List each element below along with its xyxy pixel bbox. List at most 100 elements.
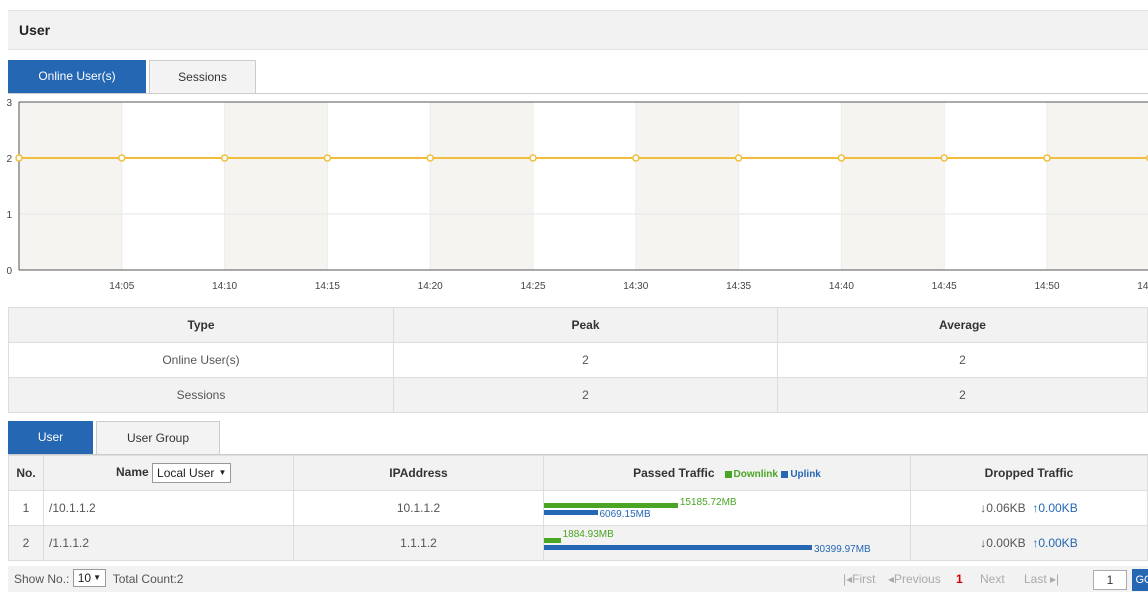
table-row: 2 /1.1.1.2 1.1.1.2 1884.93MB 30399.97MB … <box>8 525 1148 561</box>
y-axis-ticks: 0 1 2 3 <box>6 98 12 277</box>
last-icon: ▸| <box>1050 572 1060 586</box>
dropped-traffic: ↓0.06KB ↑0.00KB <box>910 490 1148 526</box>
square-icon <box>724 470 732 478</box>
tab-online-users[interactable]: Online User(s) <box>8 60 146 93</box>
data-point <box>1043 154 1051 162</box>
dropped-up: ↑0.00KB <box>1032 536 1078 550</box>
tab-user[interactable]: User <box>8 421 93 454</box>
name-filter-value: Local User <box>157 466 215 480</box>
uplink-bar <box>544 545 812 550</box>
legend-downlink: Downlink <box>724 469 778 480</box>
tab-user-group[interactable]: User Group <box>96 421 220 454</box>
first-label: First <box>852 572 876 586</box>
data-point <box>529 154 537 162</box>
last-page-link[interactable]: Last ▸| <box>1024 572 1059 586</box>
first-page-link[interactable]: |◂First <box>843 572 875 586</box>
first-icon: |◂ <box>843 572 853 586</box>
col-name: Name <box>116 465 149 480</box>
passed-traffic-label: Passed Traffic <box>633 466 715 480</box>
tab-sessions[interactable]: Sessions <box>149 60 256 93</box>
chart-band <box>121 102 225 270</box>
pagination-bar: Show No.: 10 ▼ Total Count:2 |◂First ◂Pre… <box>8 566 1148 592</box>
page-size-select[interactable]: 10 ▼ <box>72 569 107 588</box>
chart-band <box>944 102 1047 270</box>
legend-uplink: Uplink <box>781 469 821 480</box>
uplink-bar <box>544 510 598 515</box>
user-monitor-page: User Online User(s) Sessions 0123 14:05 1… <box>0 0 1148 592</box>
user-tabs: User User Group <box>8 421 1148 455</box>
chart-band <box>430 102 533 270</box>
x-tick-label: 14:55 <box>1137 281 1148 292</box>
col-dropped-traffic: Dropped Traffic <box>910 455 1148 491</box>
show-no-label: Show No.: <box>14 572 70 586</box>
data-point <box>220 154 229 162</box>
stat-average: 2 <box>777 342 1148 378</box>
data-point <box>632 154 640 162</box>
name-filter-select[interactable]: Local User ▼ <box>152 463 232 483</box>
table-row: Sessions 2 2 <box>8 377 1148 413</box>
dropped-up: ↑0.00KB <box>1032 501 1078 515</box>
chart-band <box>635 102 739 270</box>
x-tick-label: 14:50 <box>1034 281 1059 292</box>
data-point <box>426 154 434 162</box>
row-name: /10.1.1.2 <box>43 490 294 526</box>
data-point <box>940 154 948 162</box>
downlink-value: 1884.93MB <box>562 529 614 540</box>
col-passed-traffic: Passed Traffic Downlink Uplink <box>543 455 911 491</box>
current-page[interactable]: 1 <box>956 572 963 586</box>
stat-type: Sessions <box>8 377 394 413</box>
table-row: 1 /10.1.1.2 10.1.1.2 15185.72MB 6069.15M… <box>8 490 1148 526</box>
page-number-input[interactable]: 1 <box>1093 570 1127 590</box>
row-no: 2 <box>8 525 44 561</box>
data-point <box>15 154 23 162</box>
stats-table: Type Peak Average Online User(s) 2 2 Ses… <box>8 307 1148 413</box>
x-tick-label: 14:25 <box>520 281 545 292</box>
legend-downlink-label: Downlink <box>733 469 778 480</box>
row-ip: 10.1.1.2 <box>293 490 544 526</box>
table-row: Online User(s) 2 2 <box>8 342 1148 378</box>
dropped-down: ↓0.06KB <box>980 501 1026 515</box>
dropped-traffic: ↓0.00KB ↑0.00KB <box>910 525 1148 561</box>
total-count: Total Count:2 <box>112 572 184 586</box>
traffic-cell: 1884.93MB 30399.97MB <box>543 525 911 561</box>
y-tick-label: 2 <box>6 154 12 165</box>
online-users-chart: 0 1 2 3 14:05 14:10 14:15 14:20 14:25 14:30 14:35… <box>6 98 1148 292</box>
uplink-value: 30399.97MB <box>814 544 871 555</box>
page-size-value: 10 <box>77 571 92 586</box>
x-tick-label: 14:40 <box>829 281 854 292</box>
row-no: 1 <box>8 490 44 526</box>
page-title: User <box>19 22 51 38</box>
chart-background-bands <box>19 102 1148 270</box>
row-name: /1.1.1.2 <box>43 525 294 561</box>
stat-average: 2 <box>777 377 1148 413</box>
x-axis-ticks: 14:05 14:10 14:15 14:20 14:25 14:30 14:35 14:40… <box>109 281 1148 292</box>
previous-label: Previous <box>894 572 941 586</box>
chart-band <box>224 102 328 270</box>
chart-band <box>738 102 842 270</box>
x-tick-label: 14:35 <box>726 281 751 292</box>
legend-uplink-label: Uplink <box>790 469 821 480</box>
col-no: No. <box>8 455 44 491</box>
previous-page-link[interactable]: ◂Previous <box>888 572 941 586</box>
user-traffic-table: No. Name Local User ▼ IPAddress Passed Tr… <box>8 455 1148 561</box>
x-tick-label: 14:10 <box>212 281 237 292</box>
x-tick-label: 14:05 <box>109 281 134 292</box>
last-label: Last <box>1024 572 1047 586</box>
y-tick-label: 0 <box>6 266 12 277</box>
x-tick-label: 14:45 <box>932 281 957 292</box>
uplink-value: 6069.15MB <box>599 509 651 520</box>
dropdown-arrow-icon: ▼ <box>218 468 227 477</box>
x-tick-label: 14:30 <box>623 281 648 292</box>
downlink-bar <box>544 503 678 508</box>
next-page-link[interactable]: Next <box>980 572 1005 586</box>
data-point <box>118 154 126 162</box>
page-size-control: Show No.: 10 ▼ Total Count:2 <box>14 569 184 588</box>
dropdown-arrow-icon: ▼ <box>93 573 102 583</box>
stat-peak: 2 <box>393 377 778 413</box>
stat-peak: 2 <box>393 342 778 378</box>
y-tick-label: 1 <box>6 210 12 221</box>
col-average: Average <box>777 307 1148 343</box>
chart-band <box>1047 102 1148 270</box>
downlink-value: 15185.72MB <box>679 497 737 508</box>
go-button[interactable]: GO <box>1132 569 1148 591</box>
